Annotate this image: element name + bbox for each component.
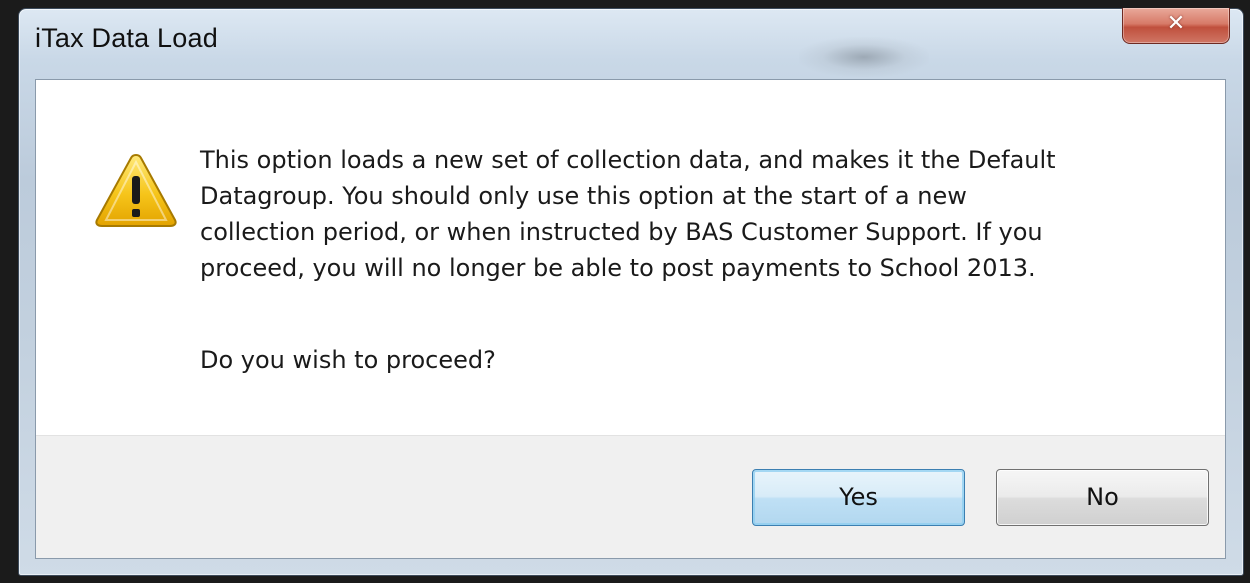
close-button[interactable]: ✕ <box>1122 8 1230 44</box>
window-title: iTax Data Load <box>35 23 218 53</box>
yes-button[interactable]: Yes <box>752 469 965 526</box>
close-x-icon: ✕ <box>1166 11 1186 36</box>
title-bar-glare <box>799 37 929 77</box>
dialog-question: Do you wish to proceed? <box>200 346 496 374</box>
no-button[interactable]: No <box>996 469 1209 526</box>
dialog-window: iTax Data Load ✕ This option loads a new… <box>18 8 1244 576</box>
dialog-client-area: This option loads a new set of collectio… <box>35 79 1226 559</box>
button-bar: Yes No <box>36 435 1225 558</box>
message-area: This option loads a new set of collectio… <box>36 80 1225 435</box>
warning-icon <box>95 153 177 227</box>
dialog-message: This option loads a new set of collectio… <box>200 146 1056 282</box>
